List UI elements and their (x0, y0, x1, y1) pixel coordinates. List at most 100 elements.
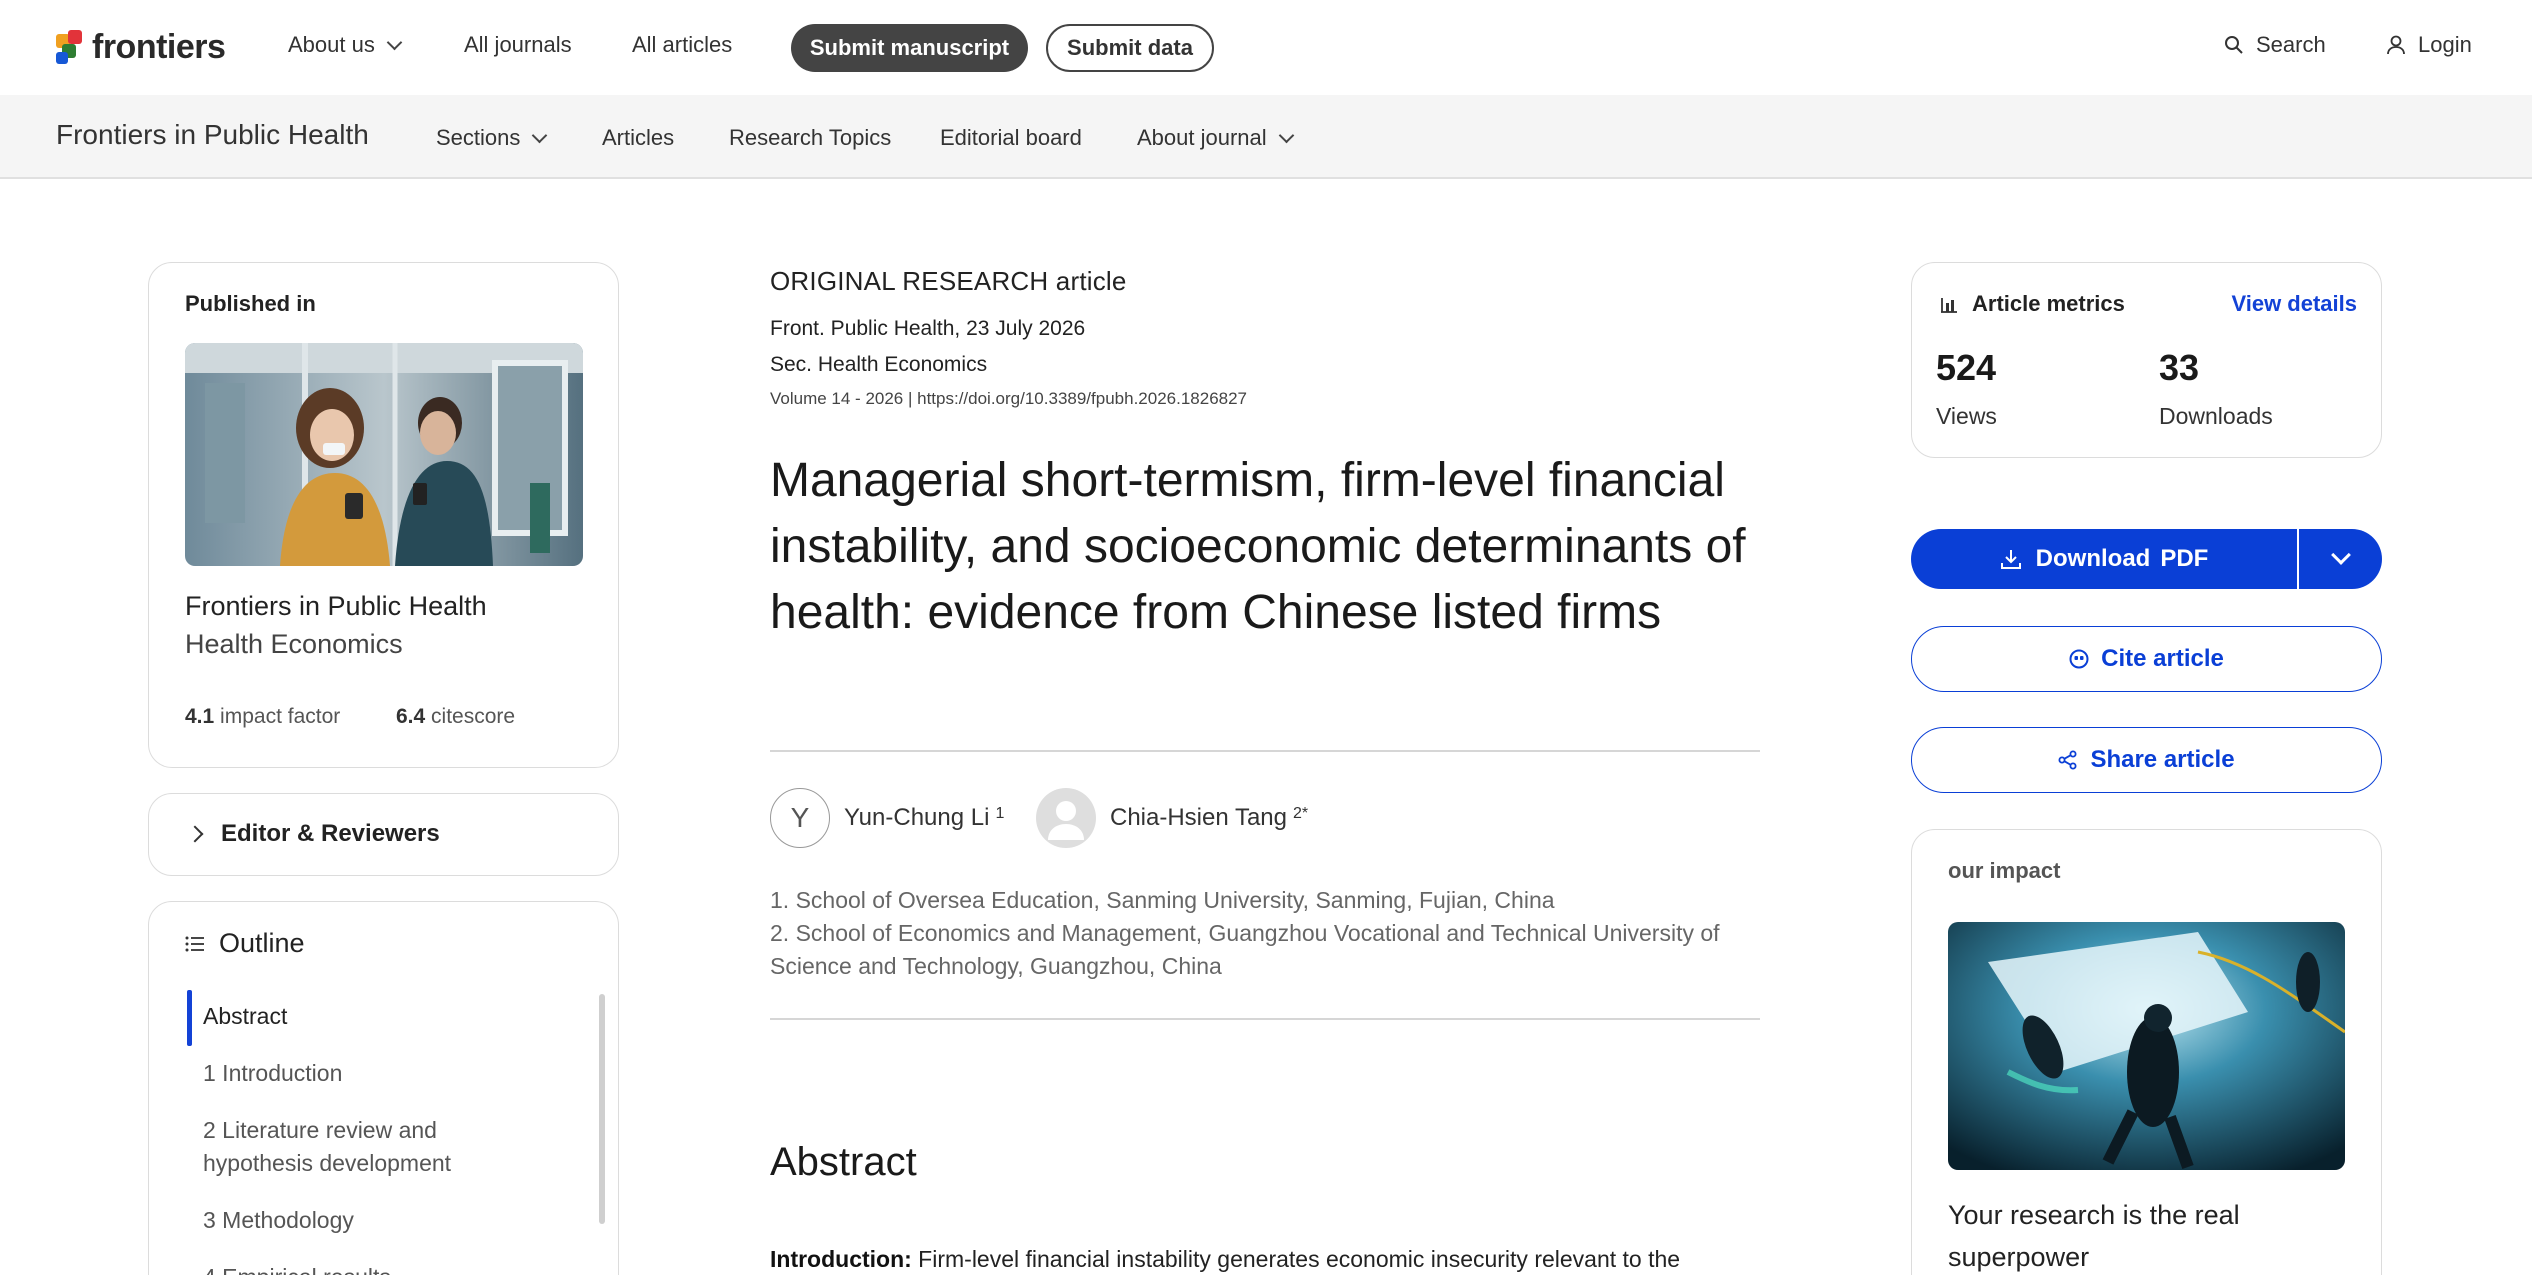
published-journal-name[interactable]: Frontiers in Public Health (185, 591, 487, 622)
outline-header: Outline (185, 928, 305, 959)
author-1[interactable]: Y Yun-Chung Li 1 (770, 788, 1004, 848)
journal-cover-illustration (185, 343, 583, 566)
author-2[interactable]: Chia-Hsien Tang 2* (1036, 788, 1308, 848)
affiliation-item: 1. School of Oversea Education, Sanming … (770, 887, 1555, 913)
abstract-paragraph: Introduction: Firm-level financial insta… (770, 1246, 1770, 1273)
journal-title[interactable]: Frontiers in Public Health (56, 119, 369, 151)
chevron-down-icon (532, 127, 548, 143)
jnav-editorial-board[interactable]: Editorial board (940, 125, 1082, 151)
download-options-button[interactable] (2299, 529, 2382, 589)
article-type: ORIGINAL RESEARCH article (770, 266, 1127, 296)
logo-text: frontiers (92, 27, 226, 66)
article-title: Managerial short-termism, firm-level fin… (770, 454, 1746, 639)
chevron-down-icon (386, 34, 403, 50)
published-in-card: Published in Frontiers in Public Health … (148, 262, 619, 768)
our-impact-card: our impact Your research is the real sup… (1911, 829, 2382, 1275)
journal-navigation: Frontiers in Public Health Sections Arti… (0, 95, 2532, 179)
outline-active-indicator (187, 990, 192, 1046)
divider (770, 750, 1760, 752)
frontiers-logo-icon (56, 30, 84, 64)
bar-chart-icon (1941, 298, 1957, 313)
share-article-button[interactable]: Share article (1911, 727, 2382, 793)
nav-all-journals[interactable]: All journals (464, 32, 572, 58)
search-label: Search (2256, 32, 2326, 57)
author-affiliation-mark: 1 (995, 805, 1005, 822)
article-section: Sec. Health Economics (770, 353, 988, 376)
list-icon (185, 936, 204, 951)
citescore-label: citescore (431, 705, 516, 728)
chevron-down-icon (1278, 127, 1294, 143)
editor-reviewers-toggle[interactable]: Editor & Reviewers (148, 793, 619, 876)
cite-article-label: Cite article (2101, 645, 2224, 672)
cite-article-button[interactable]: Cite article (1911, 626, 2382, 692)
citescore: 6.4 citescore (396, 705, 515, 729)
share-icon (2058, 750, 2077, 770)
article-citation: Front. Public Health, 23 July 2026 (770, 317, 1086, 340)
author-name: Yun-Chung Li (844, 804, 990, 831)
jnav-sections[interactable]: Sections (436, 125, 548, 151)
nav-all-articles[interactable]: All articles (632, 32, 732, 58)
search-button[interactable]: Search (2224, 32, 2326, 58)
jnav-about-journal[interactable]: About journal (1137, 125, 1294, 151)
outline-scrollbar[interactable] (599, 994, 605, 1224)
pdf-label: PDF (2160, 545, 2209, 572)
submit-data-button[interactable]: Submit data (1046, 24, 1214, 72)
article-volume-doi[interactable]: Volume 14 - 2026 | https://doi.org/10.33… (770, 389, 1247, 409)
impact-factor: 4.1 impact factor (185, 705, 340, 729)
jnav-articles[interactable]: Articles (602, 125, 674, 151)
our-impact-label: our impact (1948, 858, 2061, 883)
search-icon (2225, 36, 2243, 54)
article-metrics-title: Article metrics (1972, 291, 2125, 316)
downloads-label: Downloads (2159, 403, 2273, 429)
download-pdf-button[interactable]: Download PDF (1911, 529, 2299, 589)
editor-reviewers-label: Editor & Reviewers (221, 820, 440, 847)
journal-cover-image[interactable] (185, 343, 583, 566)
outline-title: Outline (219, 928, 305, 958)
impact-image[interactable] (1948, 922, 2345, 1170)
user-icon (2387, 35, 2405, 55)
share-article-label: Share article (2090, 746, 2235, 773)
published-in-label: Published in (185, 291, 316, 316)
person-placeholder-icon (1036, 788, 1096, 848)
download-label: Download (2035, 545, 2151, 572)
views-count: 524 (1936, 347, 1997, 388)
frontiers-logo[interactable]: frontiers (56, 27, 226, 67)
affiliation-item: 2. School of Economics and Management, G… (770, 920, 1720, 979)
impact-tagline: Your research is the real superpower (1948, 1200, 2240, 1272)
view-details-link[interactable]: View details (2231, 291, 2357, 317)
nav-about-us-label: About us (288, 32, 375, 57)
divider (770, 1018, 1760, 1020)
abstract-lead: Introduction: (770, 1246, 912, 1272)
abstract-heading: Abstract (770, 1140, 917, 1184)
outline-item[interactable]: 1 Introduction (203, 1057, 533, 1090)
chevron-down-icon (2330, 545, 2351, 565)
nav-about-us[interactable]: About us (288, 32, 403, 58)
outline-item[interactable]: 3 Methodology (203, 1204, 533, 1237)
author-name: Chia-Hsien Tang (1110, 804, 1287, 831)
published-section-name[interactable]: Health Economics (185, 629, 403, 660)
article-metrics-card: Article metrics View details 524 Views 3… (1911, 262, 2382, 458)
download-pdf-button-group: Download PDF (1911, 529, 2382, 589)
views-label: Views (1936, 403, 1997, 429)
downloads-count: 33 (2159, 347, 2200, 388)
chevron-right-icon (186, 825, 204, 843)
outline-card: Outline Abstract 1 Introduction 2 Litera… (148, 901, 619, 1275)
author-affiliation-mark: 2* (1293, 805, 1309, 822)
abstract-text: Firm-level financial instability generat… (911, 1246, 1681, 1272)
jnav-sections-label: Sections (436, 125, 521, 150)
quote-icon (2069, 649, 2089, 669)
author-avatar: Y (770, 788, 830, 848)
jnav-about-journal-label: About journal (1137, 125, 1267, 150)
login-button[interactable]: Login (2386, 32, 2472, 58)
affiliations: 1. School of Oversea Education, Sanming … (770, 884, 1770, 983)
outline-item[interactable]: 2 Literature review and hypothesis devel… (203, 1114, 533, 1180)
impact-factor-value: 4.1 (185, 705, 215, 728)
jnav-research-topics[interactable]: Research Topics (729, 125, 891, 151)
outline-item[interactable]: Abstract (203, 1000, 533, 1033)
submit-manuscript-button[interactable]: Submit manuscript (791, 24, 1028, 72)
underwater-diver-illustration (1948, 922, 2345, 1170)
citescore-value: 6.4 (396, 705, 426, 728)
impact-factor-label: impact factor (220, 705, 341, 728)
outline-item[interactable]: 4 Empirical results (203, 1261, 533, 1275)
download-icon (2000, 550, 2021, 569)
